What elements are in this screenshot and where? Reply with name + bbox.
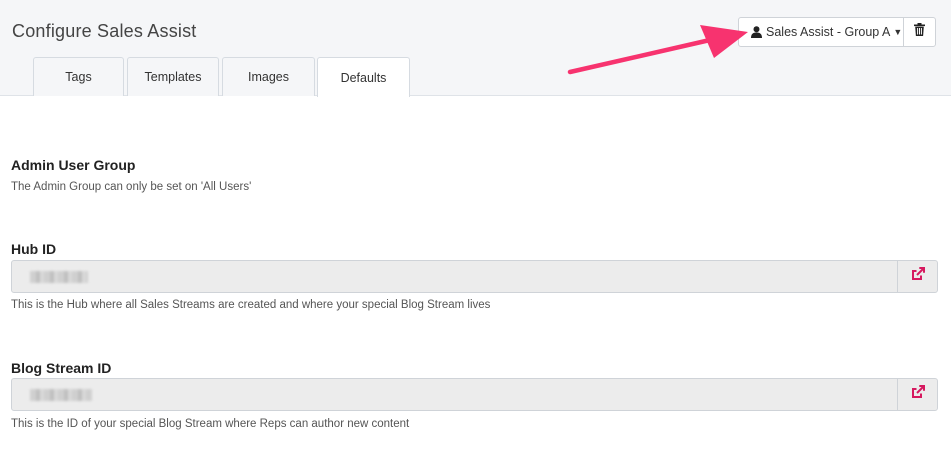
tab-label: Templates xyxy=(144,70,202,84)
annotation-arrow xyxy=(567,25,748,75)
tab-label: Defaults xyxy=(340,70,387,85)
delete-button[interactable] xyxy=(903,17,936,47)
redacted-value xyxy=(30,389,92,401)
hub-id-help: This is the Hub where all Sales Streams … xyxy=(11,299,491,311)
hub-id-heading: Hub ID xyxy=(11,241,57,257)
caret-down-icon: ▼ xyxy=(893,27,903,37)
tab-templates[interactable]: Templates xyxy=(127,57,219,96)
external-link-icon xyxy=(911,385,925,404)
page-header: Configure Sales Assist Sales Assist - Gr… xyxy=(0,0,951,97)
user-group-label: Sales Assist - Group A xyxy=(766,25,891,39)
open-hub-button[interactable] xyxy=(897,260,938,293)
admin-group-heading: Admin User Group xyxy=(11,157,136,173)
blog-stream-id-field[interactable] xyxy=(11,378,898,411)
tab-defaults[interactable]: Defaults xyxy=(317,57,410,97)
user-icon xyxy=(751,25,763,39)
tab-images[interactable]: Images xyxy=(222,57,315,96)
admin-group-help: The Admin Group can only be set on 'All … xyxy=(11,181,252,193)
page-title: Configure Sales Assist xyxy=(12,21,197,41)
hub-id-field[interactable] xyxy=(11,260,898,293)
blog-stream-id-help: This is the ID of your special Blog Stre… xyxy=(11,418,410,430)
trash-icon xyxy=(914,23,925,41)
tab-label: Images xyxy=(248,70,289,84)
external-link-icon xyxy=(911,267,925,286)
user-group-dropdown[interactable]: Sales Assist - Group A ▼ xyxy=(738,17,904,47)
open-blog-stream-button[interactable] xyxy=(897,378,938,411)
redacted-value xyxy=(30,271,88,283)
tab-label: Tags xyxy=(65,70,92,84)
blog-stream-id-heading: Blog Stream ID xyxy=(11,360,112,376)
tab-tags[interactable]: Tags xyxy=(33,57,124,96)
